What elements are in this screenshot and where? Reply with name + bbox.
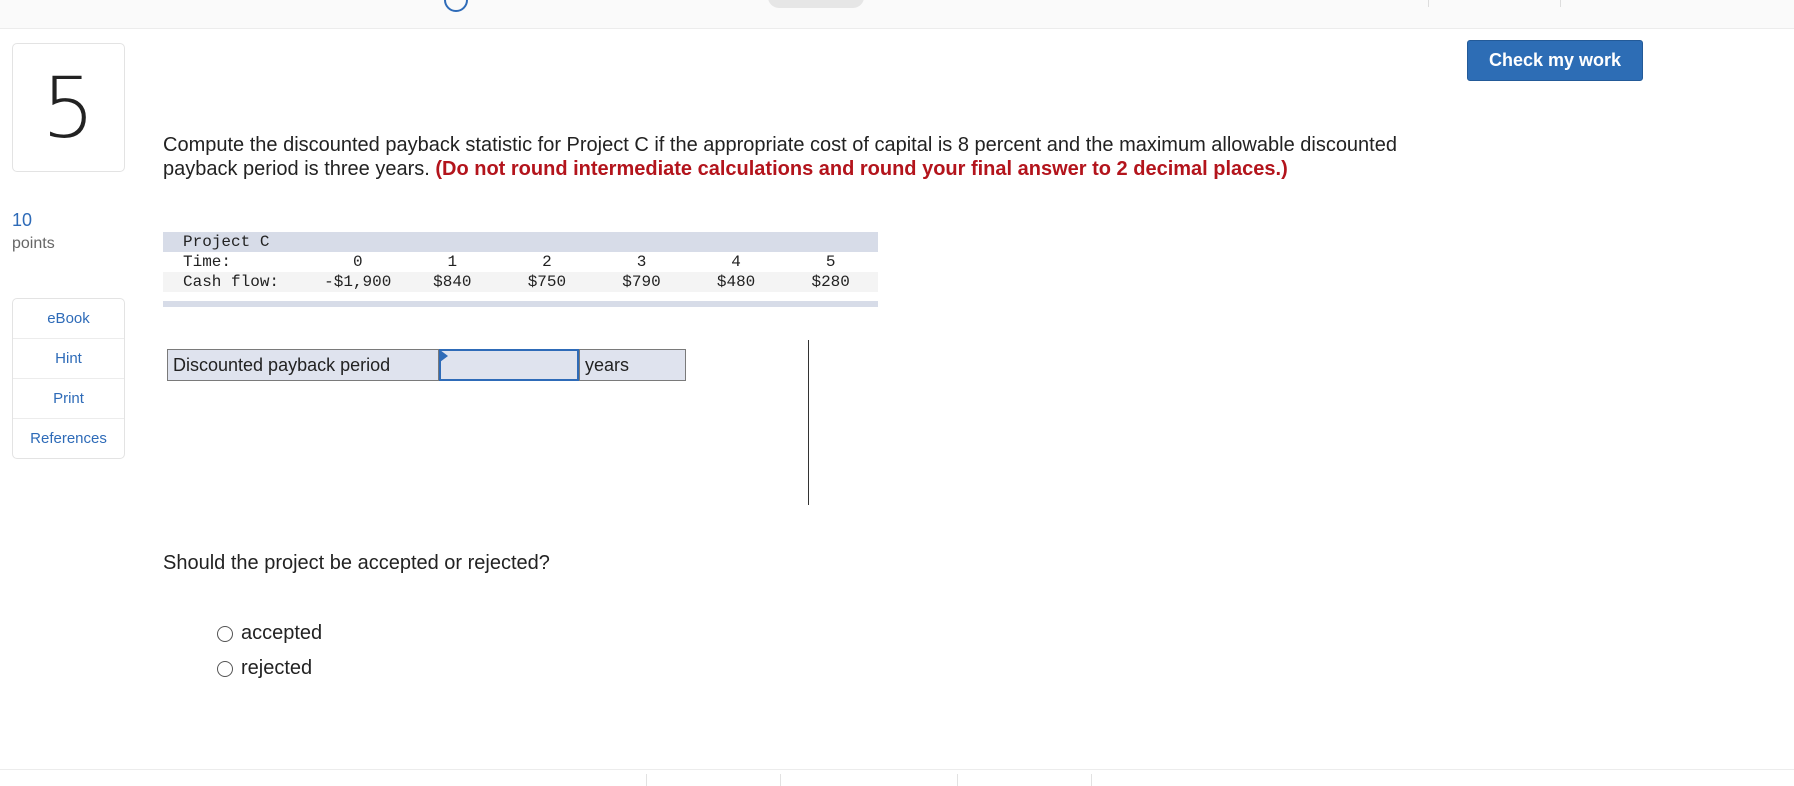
info-icon[interactable] (444, 0, 468, 12)
question-text: Compute the discounted payback statistic… (163, 133, 1413, 181)
resource-tools: eBook Hint Print References (12, 298, 125, 459)
cash-flow-cell: $280 (783, 272, 878, 292)
toolbar-divider (1091, 774, 1092, 786)
radio-accepted[interactable] (217, 625, 233, 642)
project-title: Project C (163, 232, 878, 252)
decision-prompt: Should the project be accepted or reject… (163, 552, 550, 574)
question-number: 5 (12, 43, 125, 172)
answer-row: Discounted payback period years (167, 349, 686, 381)
time-cell: 2 (542, 253, 552, 271)
text-cursor-line (808, 340, 809, 505)
answer-label: Discounted payback period (167, 349, 439, 381)
option-accepted[interactable]: accepted (217, 622, 322, 645)
project-cash-flow-table: Project C Time: 0 1 2 3 4 5 Cash flow: -… (163, 232, 878, 292)
cash-flow-cell: $790 (594, 272, 689, 292)
cash-flow-cell: $840 (405, 272, 500, 292)
tool-references[interactable]: References (13, 419, 124, 458)
progress-pill[interactable] (768, 0, 864, 8)
time-cell: 3 (636, 253, 647, 271)
question-instruction: (Do not round intermediate calculations … (435, 158, 1288, 180)
table-header-row: Project C (163, 232, 878, 252)
cash-flow-row: Cash flow: -$1,900 $840 $750 $790 $480 $… (163, 272, 878, 292)
time-cell: 0 (352, 253, 363, 271)
time-row: Time: 0 1 2 3 4 5 (163, 252, 878, 272)
cash-flow-cell: $750 (499, 272, 595, 292)
option-rejected[interactable]: rejected (217, 657, 312, 680)
table-bottom-border (163, 301, 878, 307)
time-cell: 5 (825, 253, 836, 271)
toolbar-divider (780, 774, 781, 786)
toolbar-divider (646, 774, 647, 786)
bottom-toolbar (0, 769, 1794, 786)
time-cell: 4 (731, 253, 741, 271)
points-value: 10 (12, 210, 33, 230)
answer-unit: years (579, 349, 686, 381)
answer-input-cell[interactable] (439, 349, 579, 381)
toolbar-divider (1428, 0, 1429, 7)
option-label: rejected (241, 657, 313, 679)
tool-print[interactable]: Print (13, 379, 124, 419)
option-label: accepted (241, 622, 323, 644)
input-flag-icon (440, 350, 448, 362)
cash-flow-label: Cash flow: (163, 272, 311, 292)
points-label: points (12, 235, 55, 252)
discounted-payback-input[interactable] (441, 351, 577, 379)
check-my-work-button[interactable]: Check my work (1467, 40, 1643, 81)
cash-flow-cell: -$1,900 (310, 272, 406, 292)
time-cell: 1 (447, 253, 458, 271)
time-label: Time: (183, 253, 232, 271)
tool-ebook[interactable]: eBook (13, 299, 124, 339)
top-toolbar (0, 0, 1794, 29)
toolbar-divider (957, 774, 958, 786)
cash-flow-cell: $480 (688, 272, 784, 292)
toolbar-divider (1560, 0, 1561, 7)
radio-rejected[interactable] (217, 660, 233, 677)
tool-hint[interactable]: Hint (13, 339, 124, 379)
